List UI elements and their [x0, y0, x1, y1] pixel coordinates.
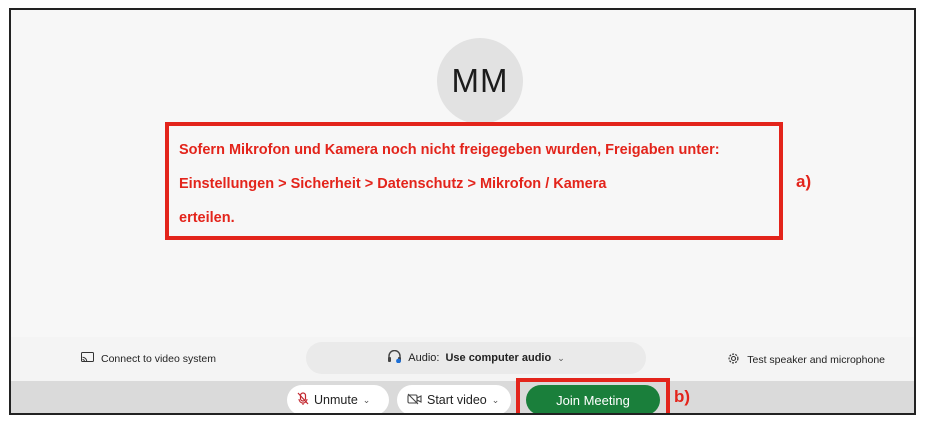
microphone-muted-icon	[297, 391, 309, 409]
join-meeting-button[interactable]: Join Meeting	[526, 385, 660, 413]
connect-video-system-label: Connect to video system	[101, 353, 216, 365]
gear-icon	[727, 352, 740, 368]
annotation-line-3: erteilen.	[179, 210, 235, 226]
audio-toolbar: Connect to video system Audio: Use compu…	[11, 337, 914, 381]
test-speaker-microphone-label: Test speaker and microphone	[747, 354, 885, 366]
annotation-box-a: Sofern Mikrofon und Kamera noch nicht fr…	[165, 122, 783, 240]
annotation-marker-b: b)	[674, 387, 691, 406]
audio-selector[interactable]: Audio: Use computer audio ⌄	[306, 342, 646, 374]
audio-headset-icon	[387, 349, 402, 366]
meeting-preview-window: MM Sofern Mikrofon und Kamera noch nicht…	[9, 8, 916, 415]
unmute-label: Unmute	[314, 393, 358, 407]
meeting-controls-bar: Unmute ⌄ Start video ⌄ Join Meeting	[11, 378, 914, 413]
unmute-button[interactable]: Unmute ⌄	[287, 385, 389, 413]
unmute-chevron-down-icon: ⌄	[362, 394, 371, 405]
cast-icon	[81, 352, 94, 366]
connect-video-system-button[interactable]: Connect to video system	[81, 352, 216, 366]
avatar-initials: MM	[451, 62, 509, 99]
annotation-marker-a: a)	[796, 172, 812, 191]
start-video-chevron-down-icon: ⌄	[491, 394, 500, 405]
start-video-label: Start video	[427, 393, 487, 407]
start-video-button[interactable]: Start video ⌄	[397, 385, 511, 413]
chevron-down-icon: ⌄	[557, 352, 565, 363]
video-off-icon	[407, 393, 422, 408]
annotation-line-1: Sofern Mikrofon und Kamera noch nicht fr…	[179, 142, 720, 158]
test-speaker-microphone-button[interactable]: Test speaker and microphone	[727, 352, 885, 368]
audio-value-label: Use computer audio	[445, 352, 552, 364]
audio-prefix-label: Audio:	[408, 352, 440, 364]
annotation-line-2: Einstellungen > Sicherheit > Datenschutz…	[179, 176, 607, 192]
avatar: MM	[437, 38, 523, 124]
